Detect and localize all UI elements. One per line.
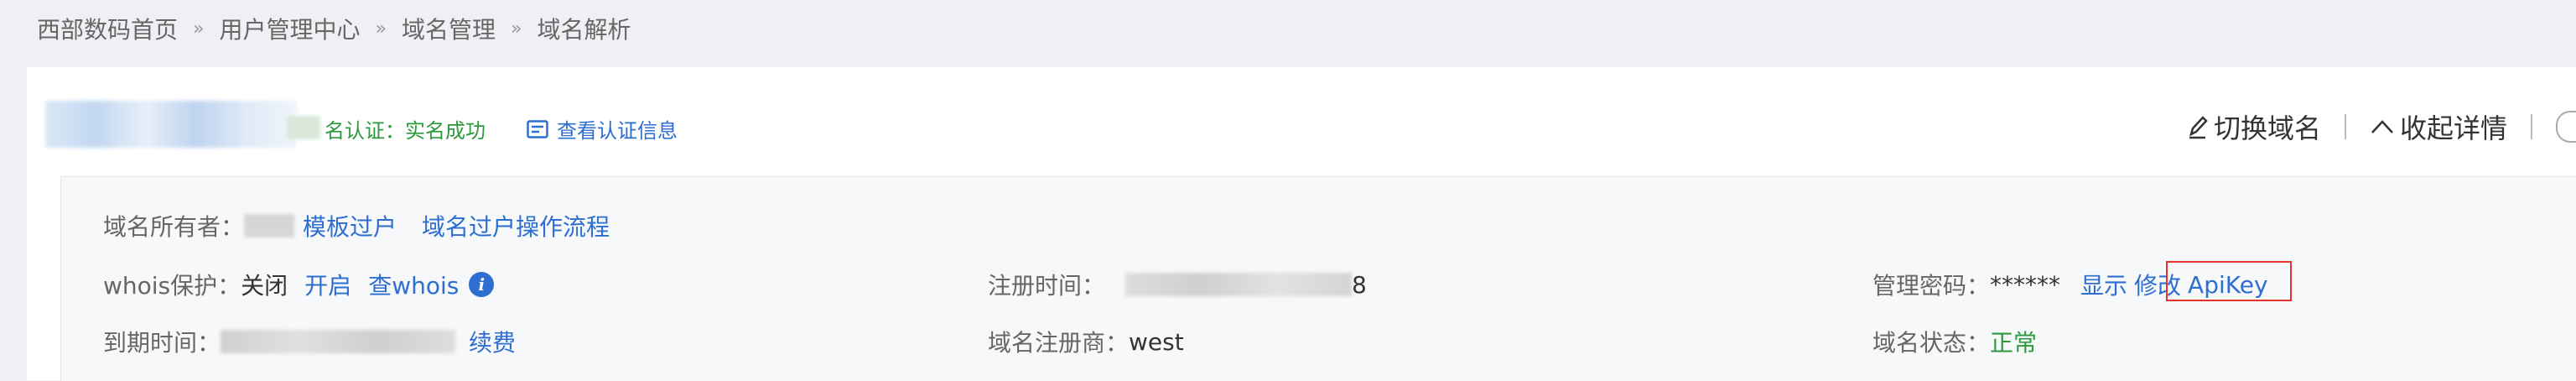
edit-icon bbox=[2189, 116, 2208, 139]
expire-label: 到期时间： bbox=[103, 329, 221, 357]
breadcrumb: 西部数码首页 » 用户管理中心 » 域名管理 » 域名解析 bbox=[37, 12, 631, 45]
renew-link[interactable]: 续费 bbox=[469, 325, 516, 358]
breadcrumb-home[interactable]: 西部数码首页 bbox=[37, 12, 178, 45]
domain-panel: 名认证：实名成功 查看认证信息 切换域名 收起详情 域名所有者： 模板过户 域名… bbox=[27, 67, 2576, 381]
whois-query-link[interactable]: 查whois bbox=[368, 268, 459, 301]
switch-domain-label: 切换域名 bbox=[2213, 112, 2321, 144]
expire-row: 到期时间： 续费 bbox=[103, 325, 516, 358]
collapse-details-button[interactable]: 收起详情 bbox=[2370, 107, 2507, 146]
registrar-label: 域名注册商： bbox=[988, 329, 1130, 357]
view-auth-info-link[interactable]: 查看认证信息 bbox=[527, 114, 678, 144]
realname-status: 名认证：实名成功 bbox=[325, 119, 486, 143]
header-actions: 切换域名 收起详情 bbox=[2187, 107, 2576, 146]
reg-time-label: 注册时间： bbox=[988, 272, 1106, 300]
whois-enable-link[interactable]: 开启 bbox=[304, 268, 351, 301]
template-transfer-link[interactable]: 模板过户 bbox=[303, 209, 397, 243]
expire-redacted bbox=[221, 330, 456, 353]
apikey-highlight-box bbox=[2166, 261, 2292, 301]
chevron-right-icon: » bbox=[375, 18, 387, 39]
owner-row: 域名所有者： 模板过户 域名过户操作流程 bbox=[103, 209, 610, 243]
breadcrumb-domain-manage[interactable]: 域名管理 bbox=[402, 12, 496, 45]
show-password-link[interactable]: 显示 bbox=[2080, 268, 2127, 301]
collapse-details-label: 收起详情 bbox=[2399, 112, 2507, 144]
divider bbox=[2531, 114, 2532, 139]
password-value: ****** bbox=[1990, 270, 2061, 299]
breadcrumb-user-center[interactable]: 用户管理中心 bbox=[219, 12, 360, 45]
id-card-icon bbox=[527, 119, 548, 138]
view-auth-info-label: 查看认证信息 bbox=[557, 119, 678, 143]
status-label: 域名状态： bbox=[1872, 329, 1991, 357]
info-icon[interactable]: i bbox=[469, 272, 495, 297]
owner-redacted bbox=[244, 214, 295, 237]
chevron-right-icon: » bbox=[510, 18, 522, 39]
switch-domain-button[interactable]: 切换域名 bbox=[2187, 107, 2321, 146]
whois-label: whois保护： bbox=[103, 272, 242, 300]
chevron-up-icon bbox=[2371, 120, 2393, 133]
password-label: 管理密码： bbox=[1872, 272, 1991, 300]
reg-time-tail: 8 bbox=[1352, 270, 1367, 299]
reg-time-row: 注册时间： 8 bbox=[988, 268, 1367, 301]
status-value: 正常 bbox=[1990, 329, 2038, 357]
registrar-value: west bbox=[1129, 327, 1184, 356]
whois-value: 关闭 bbox=[241, 272, 288, 300]
redacted-text bbox=[287, 116, 320, 139]
breadcrumb-dns: 域名解析 bbox=[537, 16, 631, 44]
owner-label: 域名所有者： bbox=[103, 213, 245, 241]
transfer-flow-link[interactable]: 域名过户操作流程 bbox=[422, 209, 610, 243]
chevron-right-icon: » bbox=[193, 18, 205, 39]
divider bbox=[2344, 114, 2346, 139]
reg-time-redacted bbox=[1125, 273, 1353, 296]
status-row: 域名状态： 正常 bbox=[1872, 325, 2037, 358]
whois-row: whois保护： 关闭 开启 查whois i bbox=[103, 268, 495, 301]
domain-name-redacted bbox=[45, 101, 297, 148]
help-icon[interactable] bbox=[2556, 111, 2576, 143]
registrar-row: 域名注册商： west bbox=[988, 325, 1184, 358]
